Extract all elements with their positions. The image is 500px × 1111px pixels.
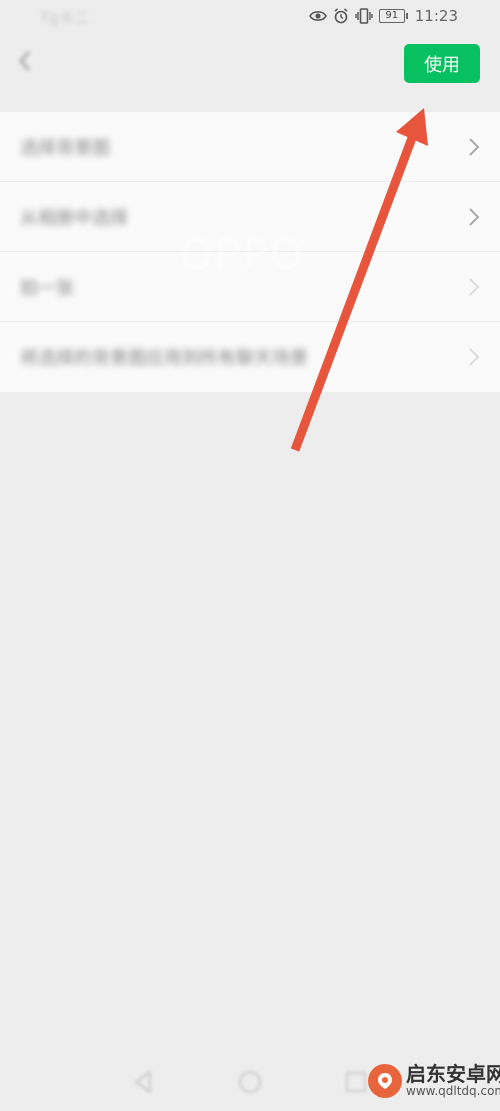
- logo-badge-icon: [368, 1064, 402, 1098]
- battery-level: 91: [385, 10, 399, 21]
- back-button[interactable]: [10, 48, 40, 78]
- site-logo: 启东安卓网 www.qdltdq.com: [368, 1064, 500, 1098]
- alarm-icon: [333, 8, 349, 24]
- chevron-right-icon: [468, 347, 480, 367]
- status-bar: Tg卡二 91 11:23: [0, 0, 500, 34]
- battery-icon: 91: [378, 9, 408, 23]
- chevron-right-icon: [468, 137, 480, 157]
- back-triangle-icon[interactable]: [130, 1068, 158, 1096]
- carrier-label: Tg卡二: [40, 9, 89, 27]
- list-item-label: 从相册中选择: [20, 208, 128, 229]
- clock: 11:23: [414, 7, 458, 25]
- recent-square-icon[interactable]: [342, 1068, 370, 1096]
- back-arrow-icon: [18, 50, 32, 76]
- list-item-apply-all[interactable]: 将选择的背景图应用到所有聊天场景: [0, 322, 500, 392]
- vibrate-icon: [355, 8, 373, 24]
- list-item-select-background[interactable]: 选择背景图: [0, 112, 500, 182]
- list-item-label: 拍一张: [20, 278, 74, 299]
- logo-title: 启东安卓网: [406, 1062, 500, 1087]
- list-item-label: 将选择的背景图应用到所有聊天场景: [20, 348, 308, 369]
- logo-url: www.qdltdq.com: [406, 1084, 500, 1099]
- chevron-right-icon: [468, 277, 480, 297]
- status-icons: 91 11:23: [308, 7, 458, 25]
- list-item-label: 选择背景图: [20, 138, 110, 159]
- use-button[interactable]: 使用: [404, 44, 480, 83]
- chevron-right-icon: [468, 207, 480, 227]
- watermark: OPPO: [180, 230, 305, 279]
- eye-icon: [308, 9, 327, 23]
- home-circle-icon[interactable]: [236, 1068, 264, 1096]
